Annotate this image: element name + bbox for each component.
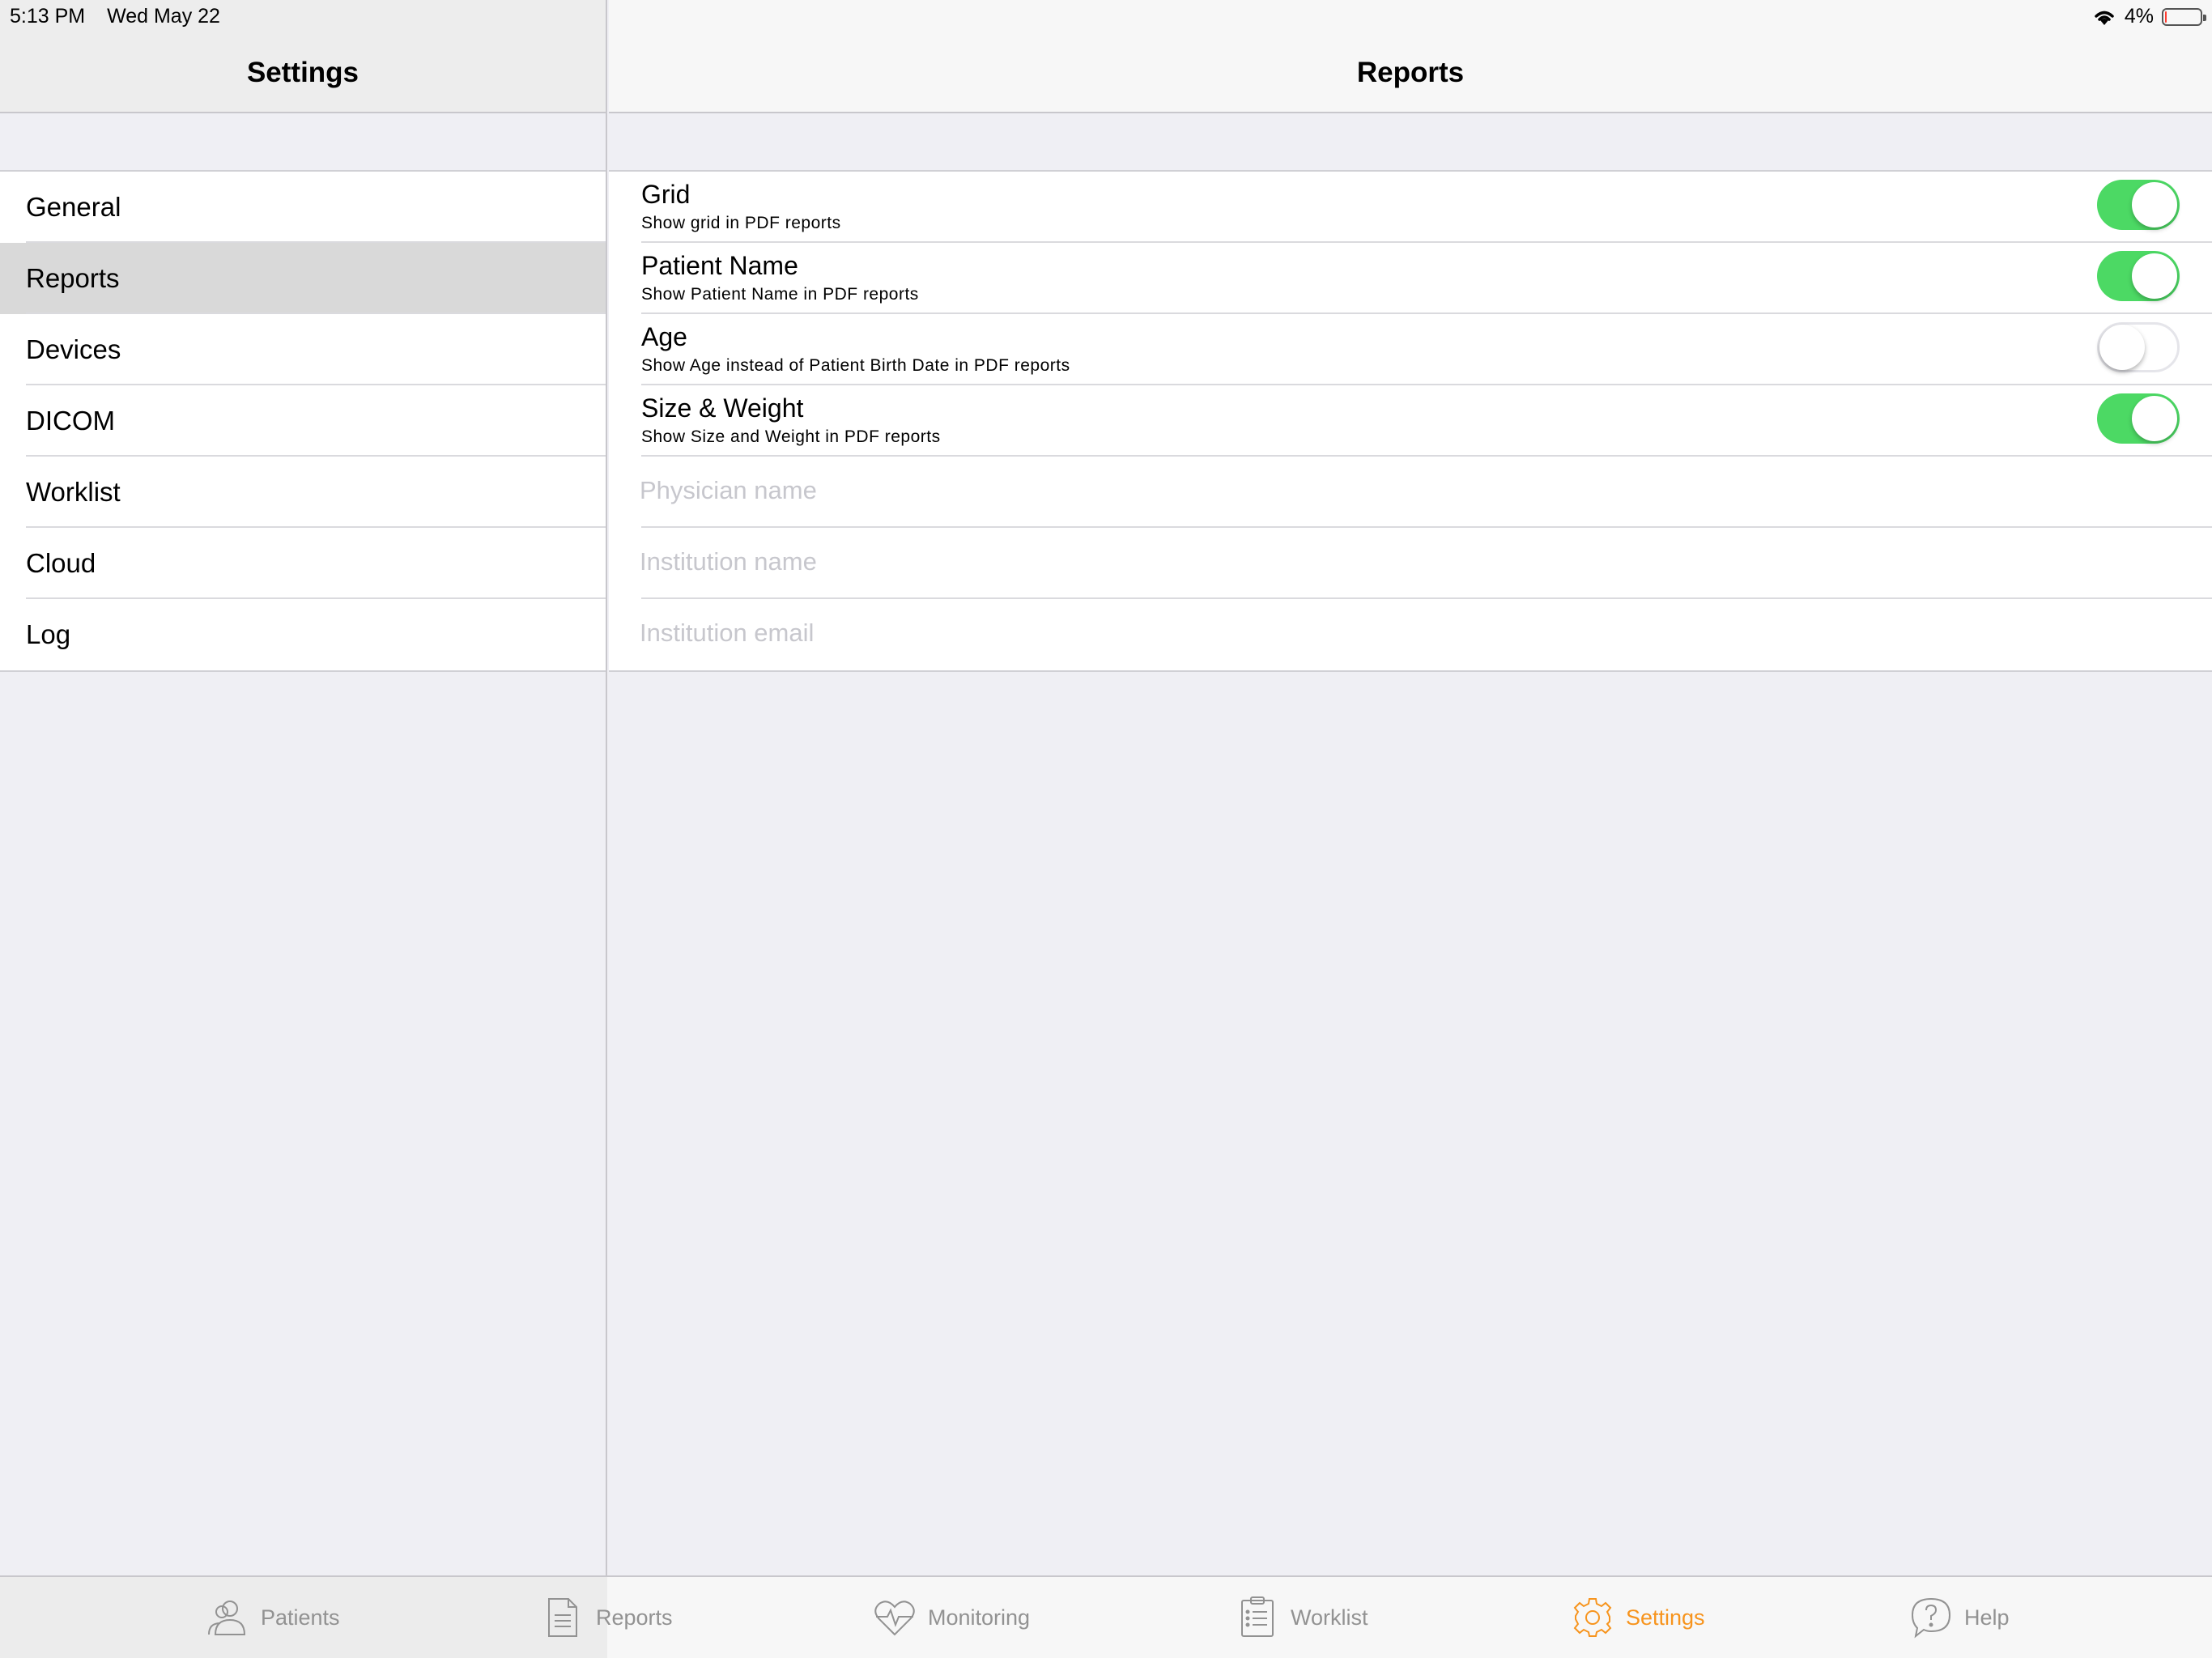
patient-name-toggle[interactable]: [2097, 251, 2180, 301]
reports-detail-pane: Reports Grid Show grid in PDF reports Pa…: [609, 0, 2212, 1575]
grid-title: Grid: [641, 180, 691, 209]
size-weight-toggle[interactable]: [2097, 393, 2180, 444]
tab-worklist[interactable]: Worklist: [1236, 1593, 1368, 1642]
age-row: Age Show Age instead of Patient Birth Da…: [609, 314, 2212, 385]
tab-help-label: Help: [1964, 1605, 2010, 1630]
size-weight-row: Size & Weight Show Size and Weight in PD…: [609, 385, 2212, 457]
master-title: Settings: [246, 57, 359, 88]
tab-monitoring[interactable]: Monitoring: [873, 1593, 1030, 1642]
settings-item-log[interactable]: Log: [0, 599, 606, 670]
settings-master-pane: Settings General Reports Devices DICOM W…: [0, 0, 607, 1575]
settings-list: General Reports Devices DICOM Worklist C…: [0, 170, 606, 672]
institution-email-field[interactable]: Institution email: [609, 599, 2212, 670]
status-date: Wed May 22: [107, 5, 220, 28]
tab-reports-label: Reports: [596, 1605, 673, 1630]
institution-email-placeholder: Institution email: [640, 619, 815, 647]
size-weight-title: Size & Weight: [641, 393, 804, 423]
settings-item-worklist[interactable]: Worklist: [0, 457, 606, 528]
battery-icon: [2162, 7, 2206, 26]
grid-toggle[interactable]: [2097, 180, 2180, 230]
physician-name-field[interactable]: Physician name: [609, 457, 2212, 528]
monitoring-icon: [874, 1601, 915, 1636]
age-subtitle: Show Age instead of Patient Birth Date i…: [641, 356, 1070, 375]
worklist-icon: [1241, 1596, 1274, 1637]
toggle-knob: [2132, 396, 2177, 441]
patient-name-subtitle: Show Patient Name in PDF reports: [641, 285, 919, 304]
patient-name-title: Patient Name: [641, 251, 798, 280]
settings-item-dicom[interactable]: DICOM: [0, 385, 606, 457]
status-time: 5:13 PM: [10, 5, 86, 28]
grid-row: Grid Show grid in PDF reports: [609, 172, 2212, 243]
grid-subtitle: Show grid in PDF reports: [641, 214, 841, 232]
status-right: 4%: [2092, 5, 2206, 28]
status-left: 5:13 PM Wed May 22: [10, 5, 236, 28]
reports-icon: [548, 1598, 577, 1637]
size-weight-subtitle: Show Size and Weight in PDF reports: [641, 427, 941, 446]
toggle-knob: [2099, 325, 2145, 370]
status-bar: 5:13 PM Wed May 22 4%: [0, 0, 2212, 32]
wifi-icon: [2095, 11, 2114, 25]
tab-bar: Patients Reports Monitoring Worklist Set…: [0, 1575, 2212, 1658]
patients-icon: [208, 1601, 246, 1635]
tab-settings[interactable]: Settings: [1571, 1593, 1705, 1642]
tab-reports[interactable]: Reports: [541, 1593, 673, 1642]
settings-item-cloud[interactable]: Cloud: [0, 528, 606, 599]
tab-settings-label: Settings: [1626, 1605, 1705, 1630]
physician-name-placeholder: Physician name: [640, 476, 817, 504]
battery-percent: 4%: [2124, 5, 2154, 28]
tab-monitoring-label: Monitoring: [928, 1605, 1031, 1630]
settings-icon: [1573, 1598, 1612, 1637]
tab-patients-label: Patients: [261, 1605, 340, 1630]
tab-patients[interactable]: Patients: [206, 1593, 340, 1642]
tab-help[interactable]: Help: [1909, 1593, 2010, 1642]
age-title: Age: [641, 322, 687, 351]
age-toggle[interactable]: [2097, 322, 2180, 372]
detail-title: Reports: [1356, 57, 1465, 88]
settings-item-reports[interactable]: Reports: [0, 243, 606, 314]
toggle-knob: [2132, 253, 2177, 299]
institution-name-field[interactable]: Institution name: [609, 528, 2212, 599]
screen: Settings General Reports Devices DICOM W…: [0, 0, 2212, 1658]
patient-name-row: Patient Name Show Patient Name in PDF re…: [609, 243, 2212, 314]
institution-name-placeholder: Institution name: [640, 547, 817, 576]
tab-worklist-label: Worklist: [1291, 1605, 1368, 1630]
settings-item-devices[interactable]: Devices: [0, 314, 606, 385]
help-icon: [1911, 1597, 1951, 1639]
battery-level: [2165, 11, 2167, 23]
settings-item-general[interactable]: General: [0, 172, 606, 243]
reports-settings-table: Grid Show grid in PDF reports Patient Na…: [609, 170, 2212, 672]
toggle-knob: [2132, 182, 2177, 227]
